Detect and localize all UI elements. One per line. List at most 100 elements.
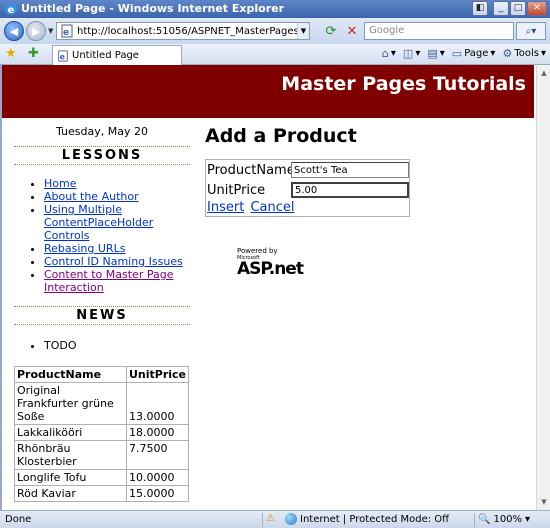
- feeds-icon: ◫: [402, 47, 414, 60]
- scroll-down-icon[interactable]: ▼: [538, 496, 550, 508]
- column-header: ProductName: [14, 366, 127, 383]
- main-content: Add a Product ProductName UnitPrice Inse…: [205, 125, 525, 217]
- lesson-item: Using Multiple ContentPlaceHolder Contro…: [44, 203, 190, 242]
- back-button[interactable]: ◀: [4, 21, 24, 41]
- warning-icon[interactable]: ⚠: [266, 513, 278, 526]
- table-row: Longlife Tofu 10.0000: [14, 469, 190, 486]
- ie-logo-icon: e: [5, 3, 17, 16]
- zoom-level: 100%: [493, 514, 523, 525]
- unit-price-cell: 7.7500: [125, 440, 190, 470]
- product-name-cell: Röd Kaviar: [14, 485, 127, 502]
- address-dropdown-icon[interactable]: ▼: [297, 23, 309, 39]
- page-menu-label: Page: [464, 48, 489, 59]
- feeds-button[interactable]: ◫ ▾: [403, 47, 420, 60]
- page-icon: e: [61, 24, 73, 38]
- news-item: TODO: [44, 339, 190, 352]
- unit-price-cell: 18.0000: [125, 424, 190, 441]
- table-row: Original Frankfurter grüne Soße 13.0000: [14, 382, 190, 425]
- insert-link[interactable]: Insert: [207, 200, 244, 215]
- tools-menu-label: Tools: [514, 48, 539, 59]
- powered-by-aspnet-logo[interactable]: Powered by Microsoft ASP.net: [237, 247, 317, 278]
- history-dropdown-icon[interactable]: ▼: [48, 27, 53, 35]
- product-name-cell: Original Frankfurter grüne Soße: [14, 382, 127, 425]
- home-icon: ⌂: [381, 47, 389, 60]
- lesson-item: Home: [44, 177, 190, 190]
- lesson-item: About the Author: [44, 190, 190, 203]
- lesson-link-about-author[interactable]: About the Author: [44, 190, 139, 203]
- close-button[interactable]: ✕: [527, 1, 547, 16]
- lesson-link-home[interactable]: Home: [44, 177, 76, 190]
- window-controls: ◧ _ □ ✕: [472, 1, 547, 16]
- news-heading: NEWS: [14, 306, 190, 325]
- lessons-heading: LESSONS: [14, 146, 190, 165]
- maximize-button[interactable]: □: [510, 1, 526, 16]
- lesson-link-control-id[interactable]: Control ID Naming Issues: [44, 255, 183, 268]
- svg-text:e: e: [63, 28, 69, 38]
- forward-arrow-icon: ▶: [31, 24, 41, 38]
- refresh-icon[interactable]: ⟳: [322, 22, 340, 40]
- lesson-link-content-master[interactable]: Content to Master Page Interaction: [44, 268, 173, 294]
- home-button[interactable]: ⌂ ▾: [382, 47, 396, 60]
- print-button[interactable]: ▤ ▾: [427, 47, 444, 60]
- back-arrow-icon: ◀: [9, 24, 19, 38]
- page-title: Add a Product: [205, 125, 357, 147]
- scroll-up-icon[interactable]: ▲: [538, 67, 550, 79]
- status-text: Done: [5, 514, 32, 525]
- table-header-row: ProductName UnitPrice: [14, 366, 190, 383]
- lesson-link-multiple-placeholders[interactable]: Using Multiple ContentPlaceHolder Contro…: [44, 203, 153, 242]
- product-name-cell: Longlife Tofu: [14, 469, 127, 486]
- products-table: ProductName UnitPrice Original Frankfurt…: [14, 366, 190, 502]
- add-favorites-icon[interactable]: ✚: [28, 46, 39, 61]
- vertical-scrollbar[interactable]: ▲ ▼: [536, 65, 550, 510]
- address-url[interactable]: http://localhost:51056/ASPNET_MasterPage…: [77, 26, 297, 37]
- zoom-icon: 🔍: [478, 514, 491, 525]
- search-button[interactable]: ⌕ ▾: [516, 22, 546, 40]
- status-bar: Done ⚠ Internet | Protected Mode: Off 🔍 …: [0, 510, 550, 528]
- zoom-dropdown-icon: ▾: [525, 514, 531, 525]
- address-bar[interactable]: e http://localhost:51056/ASPNET_MasterPa…: [56, 22, 310, 40]
- stop-icon[interactable]: ✕: [343, 22, 361, 40]
- search-icon: ⌕: [525, 25, 532, 37]
- window-title: Untitled Page - Windows Internet Explore…: [21, 2, 285, 15]
- zoom-control[interactable]: 🔍 100% ▾: [478, 514, 530, 525]
- left-column: Tuesday, May 20 LESSONS Home About the A…: [14, 125, 190, 502]
- table-row: Röd Kaviar 15.0000: [14, 485, 190, 502]
- product-name-input[interactable]: [291, 162, 409, 178]
- table-row: Lakkalikööri 18.0000: [14, 424, 190, 441]
- cancel-link[interactable]: Cancel: [250, 200, 294, 215]
- help-button[interactable]: ◧: [472, 1, 488, 16]
- lesson-item: Rebasing URLs: [44, 242, 190, 255]
- browser-tab[interactable]: e Untitled Page: [52, 45, 182, 65]
- product-name-cell: Rhönbräu Klosterbier: [14, 440, 127, 470]
- add-product-form: ProductName UnitPrice Insert Cancel: [205, 159, 410, 217]
- unit-price-label: UnitPrice: [207, 182, 266, 198]
- column-header: UnitPrice: [125, 366, 190, 383]
- gear-icon: ⚙: [502, 47, 513, 60]
- tab-command-bar: ★ ✚ e Untitled Page ⌂ ▾ ◫ ▾ ▤ ▾ ▭ Page ▾ ⚙ Too…: [0, 44, 550, 65]
- forward-button[interactable]: ▶: [26, 21, 46, 41]
- aspnet-logo-text: ASP.net: [237, 259, 304, 279]
- svg-text:e: e: [8, 5, 15, 16]
- site-title: Master Pages Tutorials: [281, 73, 526, 95]
- globe-icon: [285, 513, 297, 525]
- address-toolbar: ◀ ▶ ▼ e http://localhost:51056/ASPNET_Ma…: [0, 18, 550, 44]
- command-bar: ⌂ ▾ ◫ ▾ ▤ ▾ ▭ Page ▾ ⚙ Tools ▾: [382, 47, 546, 60]
- current-date: Tuesday, May 20: [56, 125, 148, 138]
- favorites-star-icon[interactable]: ★: [5, 46, 17, 61]
- site-header: Master Pages Tutorials: [2, 65, 534, 118]
- page-menu[interactable]: ▭ Page ▾: [452, 47, 496, 60]
- unit-price-input[interactable]: [291, 182, 409, 198]
- tab-title: Untitled Page: [72, 50, 139, 61]
- product-name-cell: Lakkalikööri: [14, 424, 127, 441]
- lessons-list: Home About the Author Using Multiple Con…: [44, 177, 190, 294]
- status-divider: [474, 513, 475, 527]
- page-menu-icon: ▭: [451, 47, 463, 60]
- table-row: Rhönbräu Klosterbier 7.7500: [14, 440, 190, 470]
- tools-menu[interactable]: ⚙ Tools ▾: [502, 47, 546, 60]
- search-input[interactable]: Google: [364, 22, 514, 40]
- unit-price-cell: 13.0000: [125, 382, 190, 425]
- minimize-button[interactable]: _: [493, 1, 509, 16]
- lesson-item: Control ID Naming Issues: [44, 255, 190, 268]
- lesson-link-rebasing-urls[interactable]: Rebasing URLs: [44, 242, 125, 255]
- security-zone[interactable]: Internet | Protected Mode: Off: [285, 513, 449, 525]
